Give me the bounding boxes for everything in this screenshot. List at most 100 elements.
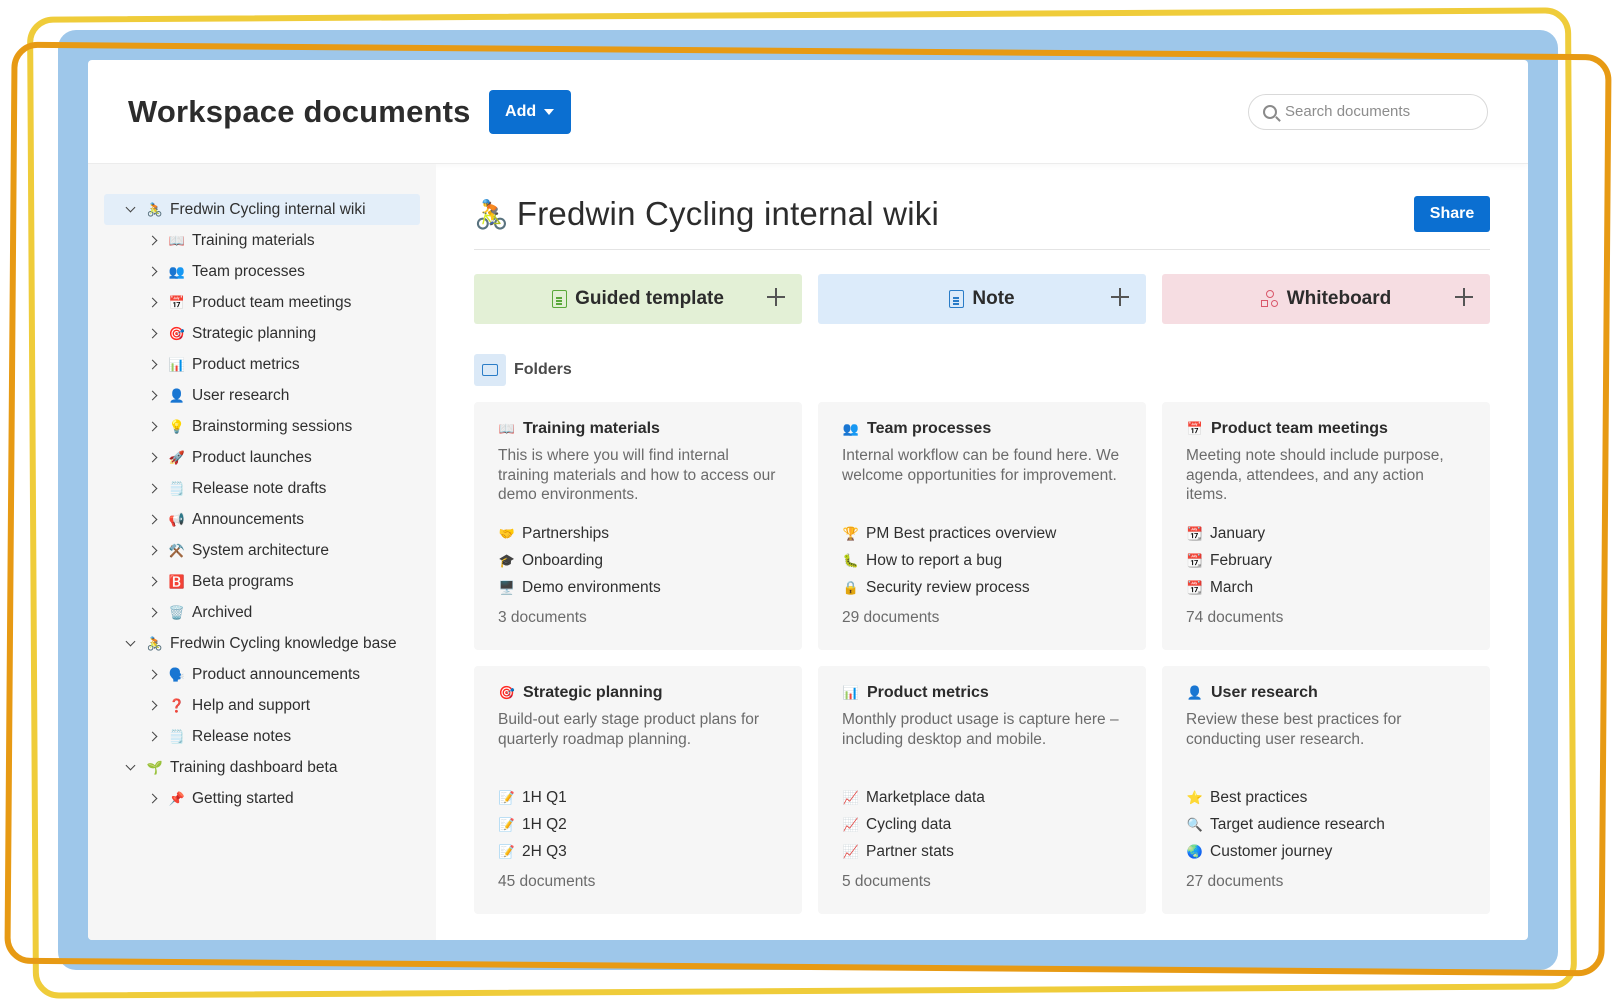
document-link[interactable]: 🌏 Customer journey	[1186, 838, 1468, 865]
document-link[interactable]: 📝 1H Q2	[498, 811, 780, 838]
folder-description: Review these best practices for conducti…	[1186, 711, 1402, 748]
folder-card[interactable]: 📅 Product team meetings Meeting note shoul…	[1162, 402, 1490, 650]
chevron-right-icon[interactable]	[146, 695, 160, 716]
search-box[interactable]	[1248, 93, 1488, 130]
add-button[interactable]: Add	[488, 89, 571, 134]
document-link[interactable]: 📆 January	[1186, 520, 1468, 547]
folder-card[interactable]: 👤 User research Review these best practice…	[1162, 666, 1490, 914]
document-link[interactable]: 📈 Partner stats	[842, 838, 1124, 865]
chevron-right-icon[interactable]	[146, 571, 160, 592]
document-link[interactable]: 📝 2H Q3	[498, 838, 780, 865]
document-link[interactable]: 🐛 How to report a bug	[842, 547, 1124, 574]
document-link[interactable]: 📆 March	[1186, 574, 1468, 601]
document-link[interactable]: 📝 1H Q1	[498, 784, 780, 811]
folder-doc-list: ⭐ Best practices 🔍 Target audience research…	[1186, 784, 1468, 865]
sidebar-item[interactable]: 🌱 Training dashboard beta	[104, 752, 420, 783]
share-button[interactable]: Share	[1414, 196, 1490, 232]
chevron-right-icon[interactable]	[146, 478, 160, 499]
folder-doc-list: 🏆 PM Best practices overview 🐛 How to repor…	[842, 520, 1124, 601]
chevron-right-icon[interactable]	[146, 509, 160, 530]
chevron-down-icon[interactable]	[124, 757, 138, 778]
chevron-right-icon[interactable]	[146, 788, 160, 809]
chevron-right-icon[interactable]	[146, 416, 160, 437]
document-link[interactable]: 🔒 Security review process	[842, 574, 1124, 601]
chevron-right-icon[interactable]	[146, 230, 160, 251]
document-emoji-icon: 📈	[842, 843, 860, 859]
document-title: Partnerships	[522, 524, 610, 542]
sidebar-item-icon: 🗒️	[168, 481, 186, 496]
document-emoji-icon: 🤝	[498, 525, 516, 541]
sidebar-item[interactable]: 🚀 Product launches	[104, 442, 420, 473]
document-link[interactable]: 🏆 PM Best practices overview	[842, 520, 1124, 547]
document-title: Partner stats	[866, 842, 954, 860]
sidebar-item[interactable]: 💡 Brainstorming sessions	[104, 411, 420, 442]
folder-card-title[interactable]: 👥 Team processes	[842, 420, 1124, 438]
chevron-down-icon[interactable]	[124, 199, 138, 220]
document-link[interactable]: 🤝 Partnerships	[498, 520, 780, 547]
chevron-right-icon[interactable]	[146, 447, 160, 468]
sidebar-item-icon: 🚀	[168, 450, 186, 465]
sidebar-item-label: Release note drafts	[192, 480, 327, 497]
document-link[interactable]: 📆 February	[1186, 547, 1468, 574]
folder-card[interactable]: 📖 Training materials This is where you wil…	[474, 402, 802, 650]
sidebar-item[interactable]: 📊 Product metrics	[104, 349, 420, 380]
sidebar-item[interactable]: 👥 Team processes	[104, 256, 420, 287]
folder-card[interactable]: 📊 Product metrics Monthly product usage is…	[818, 666, 1146, 914]
main-panel: 🚴 Fredwin Cycling internal wiki Share Gu…	[436, 164, 1528, 940]
chevron-right-icon[interactable]	[146, 292, 160, 313]
plus-icon[interactable]	[766, 287, 786, 307]
folder-doc-list: 📝 1H Q1 📝 1H Q2 📝 2H Q3	[498, 784, 780, 865]
sidebar-item[interactable]: 🗒️ Release note drafts	[104, 473, 420, 504]
sidebar-item[interactable]: 🎯 Strategic planning	[104, 318, 420, 349]
chevron-right-icon[interactable]	[146, 726, 160, 747]
plus-icon[interactable]	[1454, 287, 1474, 307]
document-link[interactable]: 🔍 Target audience research	[1186, 811, 1468, 838]
folder-card-title[interactable]: 📊 Product metrics	[842, 684, 1124, 702]
chevron-right-icon[interactable]	[146, 602, 160, 623]
sidebar-item[interactable]: 📌 Getting started	[104, 783, 420, 814]
sidebar-item[interactable]: 👤 User research	[104, 380, 420, 411]
folder-card-title[interactable]: 📅 Product team meetings	[1186, 420, 1468, 438]
folder-card-title[interactable]: 🎯 Strategic planning	[498, 684, 780, 702]
document-link[interactable]: ⭐ Best practices	[1186, 784, 1468, 811]
chevron-right-icon[interactable]	[146, 540, 160, 561]
sidebar-item[interactable]: 📢 Announcements	[104, 504, 420, 535]
chevron-down-icon[interactable]	[124, 633, 138, 654]
whiteboard-icon	[1260, 290, 1279, 308]
sidebar-item-label: Fredwin Cycling internal wiki	[170, 201, 366, 218]
document-link[interactable]: 🎓 Onboarding	[498, 547, 780, 574]
sidebar-item[interactable]: 📅 Product team meetings	[104, 287, 420, 318]
whiteboard-button[interactable]: Whiteboard	[1162, 274, 1490, 324]
document-link[interactable]: 📈 Cycling data	[842, 811, 1124, 838]
page-header: 🚴 Fredwin Cycling internal wiki Share	[474, 192, 1490, 236]
chevron-right-icon[interactable]	[146, 354, 160, 375]
folder-card[interactable]: 👥 Team processes Internal workflow can be …	[818, 402, 1146, 650]
sidebar-item[interactable]: 🗑️ Archived	[104, 597, 420, 628]
cyclist-icon: 🚴	[474, 198, 509, 230]
sidebar-item[interactable]: 📖 Training materials	[104, 225, 420, 256]
chevron-right-icon[interactable]	[146, 385, 160, 406]
guided-template-button[interactable]: Guided template	[474, 274, 802, 324]
folder-card-title[interactable]: 📖 Training materials	[498, 420, 780, 438]
sidebar-item-label: Product team meetings	[192, 294, 352, 311]
folder-card[interactable]: 🎯 Strategic planning Build-out early stage…	[474, 666, 802, 914]
sidebar-item[interactable]: ❓ Help and support	[104, 690, 420, 721]
sidebar-item[interactable]: 🗣️ Product announcements	[104, 659, 420, 690]
plus-icon[interactable]	[1110, 287, 1130, 307]
sidebar-item[interactable]: 🚴 Fredwin Cycling internal wiki	[104, 194, 420, 225]
sidebar-item-icon: 📅	[168, 295, 186, 310]
chevron-right-icon[interactable]	[146, 261, 160, 282]
chevron-right-icon[interactable]	[146, 664, 160, 685]
sidebar-item-label: Beta programs	[192, 573, 294, 590]
chevron-right-icon[interactable]	[146, 323, 160, 344]
document-link[interactable]: 🖥️ Demo environments	[498, 574, 780, 601]
note-button[interactable]: Note	[818, 274, 1146, 324]
sidebar-item[interactable]: 🗒️ Release notes	[104, 721, 420, 752]
sidebar-item[interactable]: 🚴 Fredwin Cycling knowledge base	[104, 628, 420, 659]
folder-card-title[interactable]: 👤 User research	[1186, 684, 1468, 702]
sidebar-item[interactable]: 🅱️ Beta programs	[104, 566, 420, 597]
sidebar-item[interactable]: ⚒️ System architecture	[104, 535, 420, 566]
search-input[interactable]	[1285, 103, 1465, 120]
document-link[interactable]: 📈 Marketplace data	[842, 784, 1124, 811]
sidebar-item-label: Getting started	[192, 790, 294, 807]
